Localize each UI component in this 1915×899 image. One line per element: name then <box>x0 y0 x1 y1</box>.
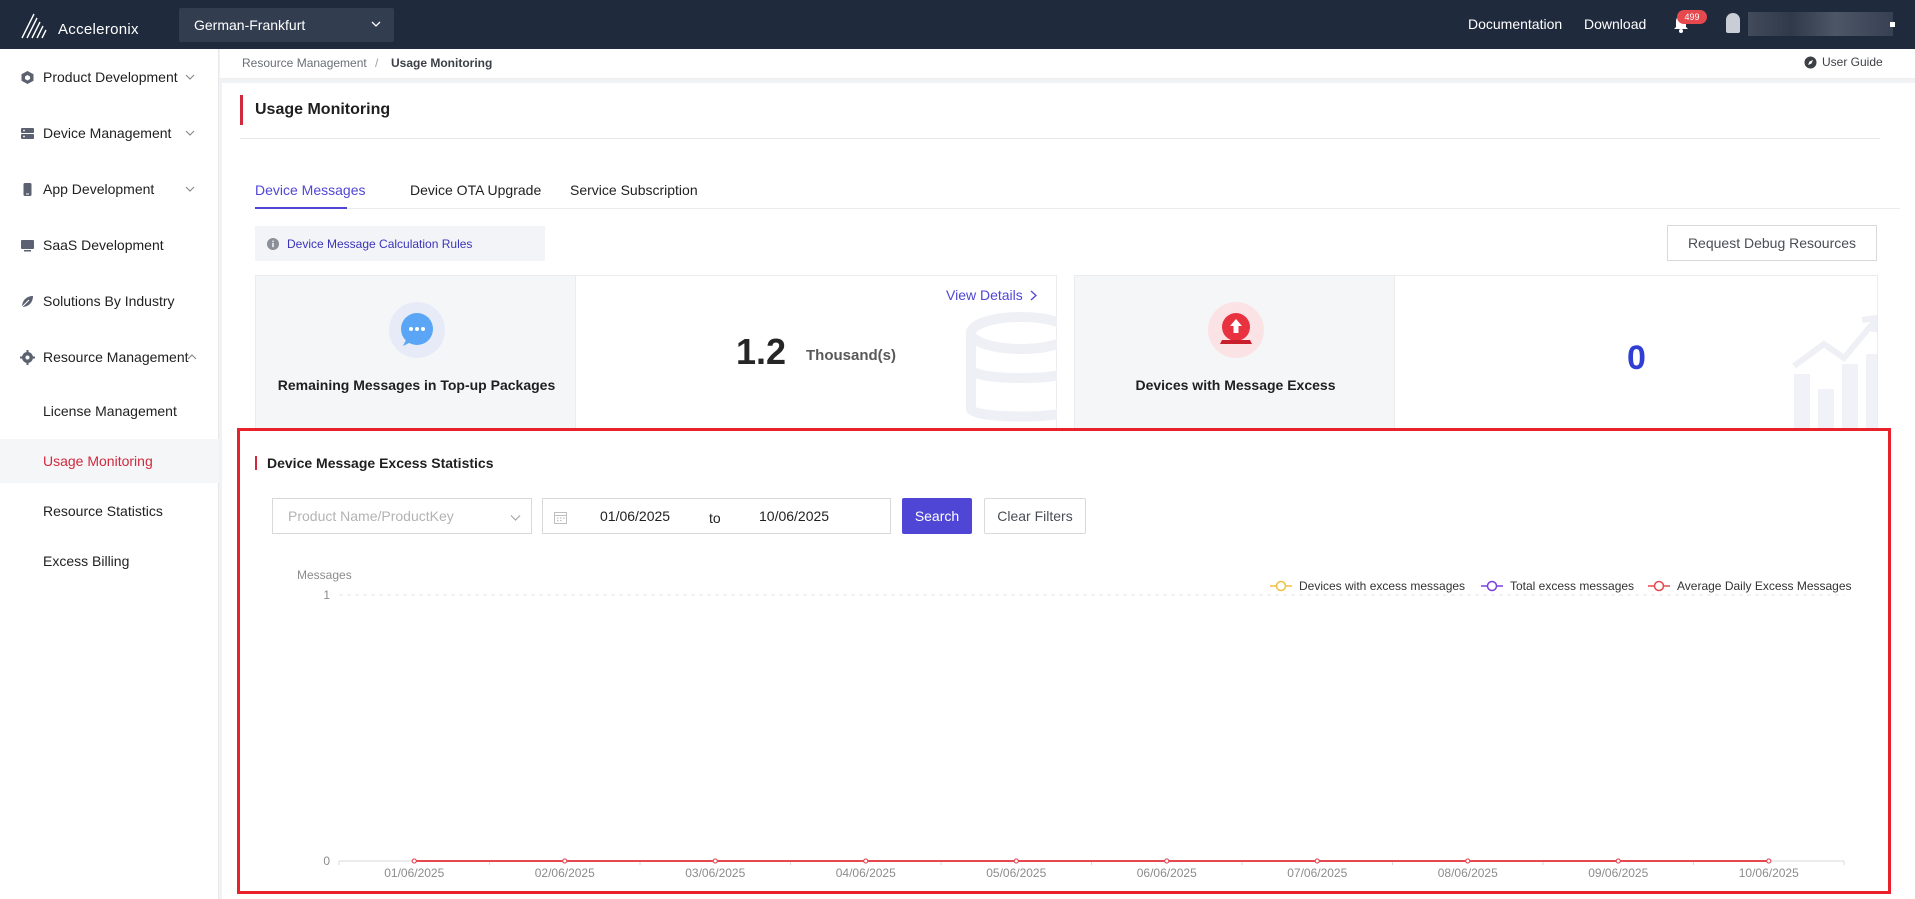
sidebar-subitem-resource-statistics[interactable]: Resource Statistics <box>0 489 219 533</box>
top-bar: Acceleronix German-Frankfurt Documentati… <box>0 0 1915 49</box>
gear-icon <box>20 350 35 365</box>
calculation-rules-link[interactable]: Device Message Calculation Rules <box>255 226 545 261</box>
remaining-messages-value: 1.2 <box>736 331 787 372</box>
user-name-redacted[interactable] <box>1748 12 1893 36</box>
sidebar-item-solutions-by-industry[interactable]: Solutions By Industry <box>0 281 219 321</box>
chevron-down-icon <box>371 21 381 27</box>
sidebar-subitem-excess-billing[interactable]: Excess Billing <box>0 539 219 583</box>
page-title: Usage Monitoring <box>255 101 391 118</box>
page-title-header <box>240 95 1880 139</box>
phone-icon <box>23 183 32 196</box>
sidebar-item-saas-development[interactable]: SaaS Development <box>0 225 219 265</box>
compass-icon <box>1804 56 1817 68</box>
user-menu-caret-icon[interactable] <box>1890 22 1895 27</box>
view-details-link[interactable]: View Details <box>946 287 1037 303</box>
sidebar-item-label: Solutions By Industry <box>43 293 175 309</box>
x-tick-label: 04/06/2025 <box>836 866 896 880</box>
sidebar-item-label: App Development <box>43 181 155 197</box>
chevron-down-icon <box>185 130 195 136</box>
chevron-down-icon <box>185 74 195 80</box>
sidebar-subitem-usage-monitoring[interactable]: Usage Monitoring <box>0 439 219 483</box>
data-point <box>562 858 568 864</box>
x-tick-label: 07/06/2025 <box>1287 866 1347 880</box>
y-tick-label: 0 <box>323 854 330 868</box>
data-point <box>1465 858 1471 864</box>
leaf-icon <box>21 296 33 308</box>
tab-bar: Device Messages Device OTA Upgrade Servi… <box>255 173 1900 209</box>
remaining-messages-unit: Thousand(s) <box>806 347 896 364</box>
x-tick-label: 10/06/2025 <box>1739 866 1799 880</box>
devices-excess-caption: Devices with Message Excess <box>1135 377 1336 393</box>
breadcrumb-current: Usage Monitoring <box>391 56 493 70</box>
x-tick-label: 02/06/2025 <box>535 866 595 880</box>
x-tick-label: 09/06/2025 <box>1588 866 1648 880</box>
alert-upload-icon <box>1208 302 1264 358</box>
chevron-up-icon <box>187 354 197 360</box>
x-tick-label: 05/06/2025 <box>986 866 1046 880</box>
data-point <box>1314 858 1320 864</box>
devices-excess-value-card: 0 <box>1395 275 1878 431</box>
data-point <box>411 858 417 864</box>
user-guide-link[interactable]: User Guide <box>1804 55 1883 69</box>
notification-badge: 499 <box>1677 10 1707 24</box>
chevron-down-icon <box>185 186 195 192</box>
sidebar-subitem-license-management[interactable]: License Management <box>0 389 219 433</box>
region-label: German-Frankfurt <box>194 17 306 33</box>
chat-bubble-icon <box>389 302 445 358</box>
y-tick-label: 1 <box>323 588 330 602</box>
y-axis-label: Messages <box>297 568 352 582</box>
sidebar-item-label: Device Management <box>43 125 172 141</box>
request-debug-resources-button[interactable]: Request Debug Resources <box>1667 225 1877 261</box>
tab-device-ota-upgrade[interactable]: Device OTA Upgrade <box>410 182 541 198</box>
data-point <box>712 858 718 864</box>
data-point <box>1615 858 1621 864</box>
remaining-messages-card: Remaining Messages in Top-up Packages <box>255 275 576 431</box>
user-guide-label: User Guide <box>1822 55 1883 69</box>
x-tick-label: 08/06/2025 <box>1438 866 1498 880</box>
view-details-label: View Details <box>946 287 1023 303</box>
database-decoration-icon <box>966 312 1057 422</box>
title-accent-bar <box>240 95 243 125</box>
sidebar-item-label: Product Development <box>43 69 178 85</box>
logo-mark-icon <box>21 13 47 39</box>
calculation-rules-label: Device Message Calculation Rules <box>287 236 473 251</box>
sidebar-item-resource-management[interactable]: Resource Management <box>0 337 219 377</box>
region-selector[interactable]: German-Frankfurt <box>179 8 394 42</box>
info-icon <box>267 237 279 250</box>
cube-icon <box>21 71 34 84</box>
sidebar-item-label: Resource Management <box>43 349 189 365</box>
data-point <box>1013 858 1019 864</box>
sidebar: Product Development Device Management Ap… <box>0 49 219 899</box>
data-point <box>1164 858 1170 864</box>
sidebar-item-device-management[interactable]: Device Management <box>0 113 219 153</box>
data-point <box>1766 858 1772 864</box>
x-tick-label: 06/06/2025 <box>1137 866 1197 880</box>
server-icon <box>21 128 34 139</box>
excess-statistics-section: Device Message Excess Statistics Product… <box>237 428 1891 894</box>
breadcrumb: Resource Management / Usage Monitoring U… <box>220 49 1915 79</box>
remaining-messages-value-card: View Details 1.2 Thousand(s) <box>576 275 1057 431</box>
data-point <box>863 858 869 864</box>
x-tick-label: 03/06/2025 <box>685 866 745 880</box>
monitor-icon <box>21 240 34 252</box>
x-tick-label: 01/06/2025 <box>384 866 444 880</box>
sidebar-item-label: SaaS Development <box>43 237 164 253</box>
devices-excess-card: Devices with Message Excess <box>1074 275 1395 431</box>
remaining-messages-caption: Remaining Messages in Top-up Packages <box>277 377 556 393</box>
tab-service-subscription[interactable]: Service Subscription <box>570 182 698 198</box>
sidebar-item-product-development[interactable]: Product Development <box>0 57 219 97</box>
bar-chart-decoration-icon <box>1792 314 1877 430</box>
documentation-link[interactable]: Documentation <box>1468 16 1562 32</box>
download-link[interactable]: Download <box>1584 16 1646 32</box>
breadcrumb-parent[interactable]: Resource Management <box>242 56 367 70</box>
logo-text: Acceleronix <box>58 21 139 38</box>
logo[interactable]: Acceleronix <box>20 10 139 40</box>
chevron-right-icon <box>1030 290 1037 300</box>
breadcrumb-separator: / <box>375 56 379 70</box>
active-tab-indicator <box>255 207 347 209</box>
sidebar-item-app-development[interactable]: App Development <box>0 169 219 209</box>
user-avatar[interactable] <box>1726 13 1740 33</box>
excess-statistics-chart: Messages 0 1 01/06/2025 02/06/2025 03/06/2025… <box>297 568 1845 880</box>
tab-device-messages[interactable]: Device Messages <box>255 182 366 198</box>
